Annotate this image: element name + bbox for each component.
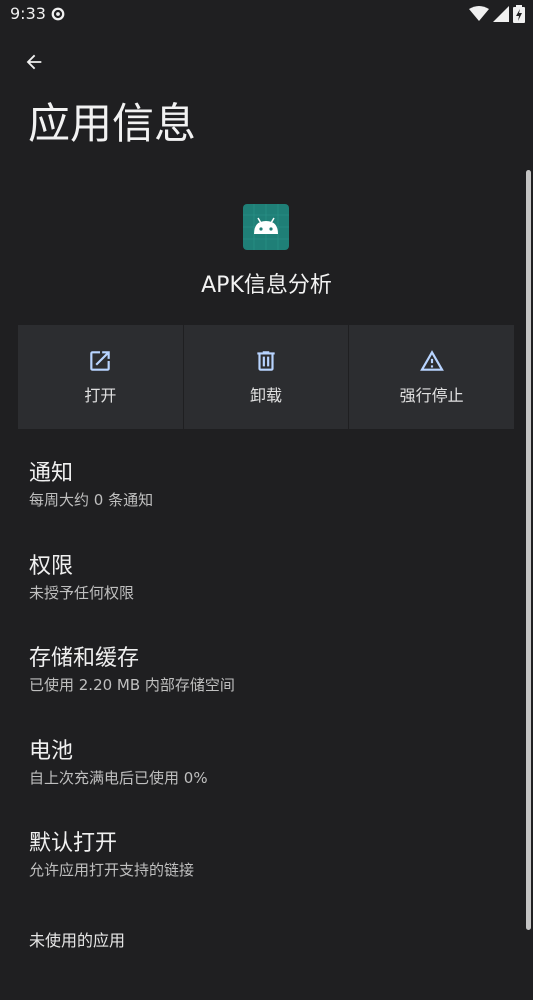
- android-icon: [243, 204, 289, 250]
- list-item-battery[interactable]: 电池 自上次充满电后已使用 0%: [0, 723, 520, 816]
- list-item-open-by-default[interactable]: 默认打开 允许应用打开支持的链接: [0, 815, 520, 908]
- app-icon: [243, 204, 289, 250]
- list-item-title: 未使用的应用: [29, 930, 520, 952]
- list-item-title: 权限: [29, 552, 520, 582]
- list-item-permissions[interactable]: 权限 未授予任何权限: [0, 538, 520, 631]
- list-item-unused-apps[interactable]: 未使用的应用: [0, 908, 520, 1000]
- list-item-title: 默认打开: [29, 829, 520, 859]
- trash-icon: [253, 348, 279, 374]
- list-item-subtitle: 已使用 2.20 MB 内部存储空间: [29, 674, 520, 696]
- uninstall-button[interactable]: 卸载: [184, 325, 349, 429]
- open-button[interactable]: 打开: [18, 325, 183, 429]
- warning-icon: [418, 348, 446, 374]
- uninstall-button-label: 卸载: [250, 382, 282, 406]
- wifi-icon: [469, 6, 489, 22]
- arrow-back-icon: [23, 51, 45, 73]
- list-item-storage[interactable]: 存储和缓存 已使用 2.20 MB 内部存储空间: [0, 630, 520, 723]
- scrollbar[interactable]: [526, 170, 531, 930]
- settings-gear-icon: [49, 5, 67, 23]
- list-item-notifications[interactable]: 通知 每周大约 0 条通知: [0, 445, 520, 538]
- list-item-subtitle: 允许应用打开支持的链接: [29, 859, 520, 881]
- list-item-subtitle: 自上次充满电后已使用 0%: [29, 767, 520, 789]
- status-bar: 9:33: [0, 0, 533, 30]
- open-external-icon: [87, 348, 113, 374]
- open-button-label: 打开: [84, 382, 116, 406]
- page-title: 应用信息: [28, 90, 196, 151]
- list-item-title: 通知: [29, 459, 520, 489]
- action-buttons: 打开 卸载 强行停止: [18, 325, 514, 429]
- battery-icon: [513, 5, 525, 23]
- settings-list: 通知 每周大约 0 条通知 权限 未授予任何权限 存储和缓存 已使用 2.20 …: [0, 445, 520, 1000]
- force-stop-button-label: 强行停止: [400, 382, 464, 406]
- status-time: 9:33: [10, 4, 46, 23]
- list-item-subtitle: 未授予任何权限: [29, 582, 520, 604]
- list-item-subtitle: 每周大约 0 条通知: [29, 489, 520, 511]
- list-item-title: 电池: [29, 737, 520, 767]
- signal-icon: [493, 6, 509, 22]
- app-name: APK信息分析: [0, 267, 533, 299]
- force-stop-button[interactable]: 强行停止: [349, 325, 514, 429]
- list-item-title: 存储和缓存: [29, 644, 520, 674]
- back-button[interactable]: [18, 46, 50, 78]
